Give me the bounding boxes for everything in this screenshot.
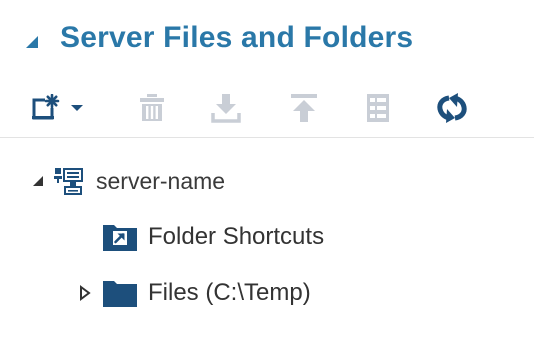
- refresh-button[interactable]: [432, 84, 472, 132]
- chevron-down-icon: [71, 105, 83, 111]
- upload-button[interactable]: [286, 84, 322, 132]
- properties-button[interactable]: [360, 84, 396, 132]
- toolbar: [0, 84, 534, 132]
- folder-icon: [102, 278, 138, 308]
- toolbar-divider: [0, 137, 534, 138]
- properties-list-icon: [367, 94, 389, 122]
- panel-header: Server Files and Folders: [0, 0, 534, 80]
- upload-icon: [291, 94, 317, 122]
- server-expand-toggle[interactable]: [30, 173, 46, 189]
- download-icon: [211, 94, 241, 123]
- collapse-triangle-icon: [26, 36, 38, 48]
- panel-title: Server Files and Folders: [60, 21, 414, 54]
- new-item-icon: [32, 94, 60, 120]
- server-label: server-name: [96, 167, 226, 194]
- expanded-triangle-icon: [33, 176, 43, 186]
- folder-shortcuts-label: Folder Shortcuts: [148, 223, 325, 250]
- files-folder-label: Files (C:\Temp): [148, 279, 311, 306]
- tree-node-server[interactable]: server-name: [30, 164, 225, 198]
- files-expand-toggle[interactable]: [78, 285, 92, 301]
- folder-shortcut-icon: [102, 222, 138, 252]
- tree-node-files[interactable]: Files (C:\Temp): [78, 276, 311, 310]
- server-icon: [54, 166, 84, 196]
- trash-icon: [140, 94, 164, 121]
- collapsed-triangle-icon: [80, 285, 91, 301]
- delete-button[interactable]: [134, 84, 170, 132]
- server-files-panel: Server Files and Folders server-name Fol…: [0, 0, 534, 357]
- tree-node-folder-shortcuts[interactable]: Folder Shortcuts: [102, 220, 324, 254]
- new-button[interactable]: [24, 84, 92, 132]
- refresh-icon: [437, 93, 467, 123]
- download-button[interactable]: [208, 84, 244, 132]
